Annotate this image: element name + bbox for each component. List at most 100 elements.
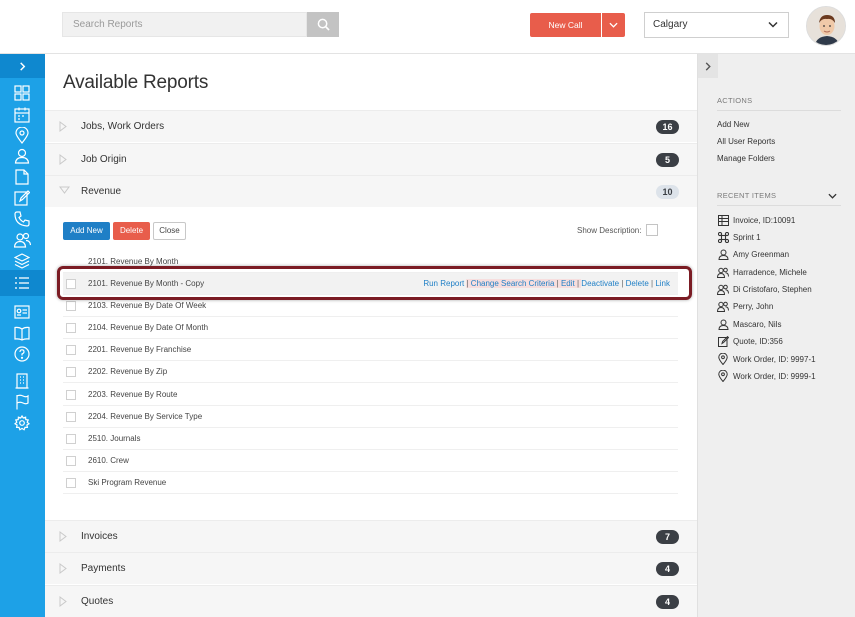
category-row-revenue[interactable]: Revenue 10: [45, 175, 697, 207]
report-checkbox[interactable]: [66, 367, 76, 377]
flag-icon[interactable]: [12, 393, 32, 411]
count-badge: 7: [656, 530, 679, 544]
top-bar: Search Reports New Call Calgary: [0, 0, 855, 54]
category-row-jobs-work-orders[interactable]: Jobs, Work Orders 16: [45, 110, 697, 142]
count-badge: 5: [656, 153, 679, 167]
recent-item[interactable]: Sprint 1: [717, 230, 761, 244]
layers-icon[interactable]: [12, 252, 32, 270]
recent-item[interactable]: Invoice, ID:10091: [717, 213, 795, 227]
report-row[interactable]: Ski Program Revenue: [63, 472, 678, 494]
action-add-new-link[interactable]: Add New: [717, 120, 749, 129]
location-pin-icon: [717, 353, 729, 365]
show-description-label: Show Description:: [577, 226, 642, 235]
recent-items-heading: RECENT ITEMS: [717, 191, 777, 200]
page-title: Available Reports: [63, 72, 209, 93]
action-manage-folders-link[interactable]: Manage Folders: [717, 154, 775, 163]
report-label: 2610. Crew: [88, 456, 129, 465]
report-checkbox[interactable]: [66, 345, 76, 355]
recent-item[interactable]: Amy Greenman: [717, 247, 789, 261]
new-call-dropdown-button[interactable]: [602, 13, 625, 37]
recent-item[interactable]: Perry, John: [717, 299, 773, 313]
highlight-frame: [57, 266, 692, 300]
report-row[interactable]: 2202. Revenue By Zip: [63, 361, 678, 383]
recent-item[interactable]: Harradence, Michele: [717, 265, 807, 279]
calendar-icon[interactable]: [12, 106, 32, 124]
report-label: 2204. Revenue By Service Type: [88, 412, 203, 421]
report-row[interactable]: 2201. Revenue By Franchise: [63, 339, 678, 361]
help-icon[interactable]: [12, 345, 32, 363]
building-icon[interactable]: [12, 372, 32, 390]
chevron-down-icon: [768, 21, 778, 28]
count-badge: 16: [656, 120, 679, 134]
document-icon[interactable]: [12, 168, 32, 186]
report-checkbox[interactable]: [66, 301, 76, 311]
recent-item[interactable]: Work Order, ID: 9997-1: [717, 352, 816, 366]
nav-expand-button[interactable]: [0, 54, 45, 78]
report-checkbox[interactable]: [66, 434, 76, 444]
phone-icon[interactable]: [12, 210, 32, 228]
category-row-job-origin[interactable]: Job Origin 5: [45, 143, 697, 175]
report-row[interactable]: 2610. Crew: [63, 450, 678, 472]
report-row[interactable]: 2203. Revenue By Route: [63, 384, 678, 406]
city-select[interactable]: Calgary: [644, 12, 789, 38]
divider: [717, 205, 841, 206]
category-row-quotes[interactable]: Quotes 4: [45, 585, 697, 617]
recent-item-label: Work Order, ID: 9999-1: [733, 371, 816, 381]
person-icon[interactable]: [12, 147, 32, 165]
expand-triangle-icon: [59, 121, 67, 132]
people-icon: [717, 266, 729, 278]
chevron-right-icon: [705, 61, 711, 71]
report-row[interactable]: 2510. Journals: [63, 428, 678, 450]
dashboard-icon[interactable]: [12, 84, 32, 102]
users-icon[interactable]: [12, 231, 32, 249]
recent-item[interactable]: Quote, ID:356: [717, 334, 783, 348]
book-icon[interactable]: [12, 324, 32, 342]
show-description-checkbox[interactable]: [646, 224, 658, 236]
report-checkbox[interactable]: [66, 390, 76, 400]
user-avatar[interactable]: [806, 6, 846, 46]
new-call-button[interactable]: New Call: [530, 13, 601, 37]
category-label: Quotes: [81, 596, 114, 607]
recent-item-label: Perry, John: [733, 301, 774, 311]
chevron-down-icon[interactable]: [828, 193, 837, 199]
report-checkbox[interactable]: [66, 323, 76, 333]
report-label: 2201. Revenue By Franchise: [88, 345, 192, 354]
person-icon: [717, 318, 729, 330]
report-row[interactable]: 2204. Revenue By Service Type: [63, 406, 678, 428]
recent-item[interactable]: Work Order, ID: 9999-1: [717, 369, 816, 383]
report-checkbox[interactable]: [66, 478, 76, 488]
location-pin-icon[interactable]: [12, 126, 32, 144]
report-label: 2101. Revenue By Month: [88, 257, 179, 266]
delete-report-button[interactable]: Delete: [113, 222, 150, 240]
right-panel-toggle-button[interactable]: [698, 54, 718, 78]
divider: [717, 110, 841, 111]
quote-icon: [717, 335, 729, 347]
category-label: Payments: [81, 563, 126, 574]
close-panel-button[interactable]: Close: [153, 222, 186, 240]
sprint-icon: [717, 231, 729, 243]
recent-item-label: Sprint 1: [733, 232, 761, 242]
report-row[interactable]: 2104. Revenue By Date Of Month: [63, 317, 678, 339]
collapse-triangle-icon: [59, 186, 70, 194]
id-card-icon[interactable]: [12, 303, 32, 321]
report-checkbox[interactable]: [66, 456, 76, 466]
main-content: Available Reports Jobs, Work Orders 16 J…: [45, 54, 697, 617]
reports-list-icon[interactable]: [12, 274, 32, 292]
search-icon: [317, 18, 330, 31]
search-button[interactable]: [307, 12, 339, 37]
category-row-invoices[interactable]: Invoices 7: [45, 520, 697, 552]
city-select-value: Calgary: [653, 19, 688, 30]
report-checkbox[interactable]: [66, 412, 76, 422]
gear-icon[interactable]: [12, 414, 32, 432]
edit-document-icon[interactable]: [12, 189, 32, 207]
add-new-report-button[interactable]: Add New: [63, 222, 110, 240]
recent-item[interactable]: Mascaro, Nils: [717, 317, 781, 331]
search-input[interactable]: Search Reports: [62, 12, 307, 37]
action-all-user-reports-link[interactable]: All User Reports: [717, 137, 775, 146]
expand-triangle-icon: [59, 563, 67, 574]
report-label: 2202. Revenue By Zip: [88, 367, 168, 376]
category-row-payments[interactable]: Payments 4: [45, 552, 697, 584]
recent-item[interactable]: Di Cristofaro, Stephen: [717, 282, 812, 296]
person-icon: [717, 248, 729, 260]
expand-triangle-icon: [59, 596, 67, 607]
